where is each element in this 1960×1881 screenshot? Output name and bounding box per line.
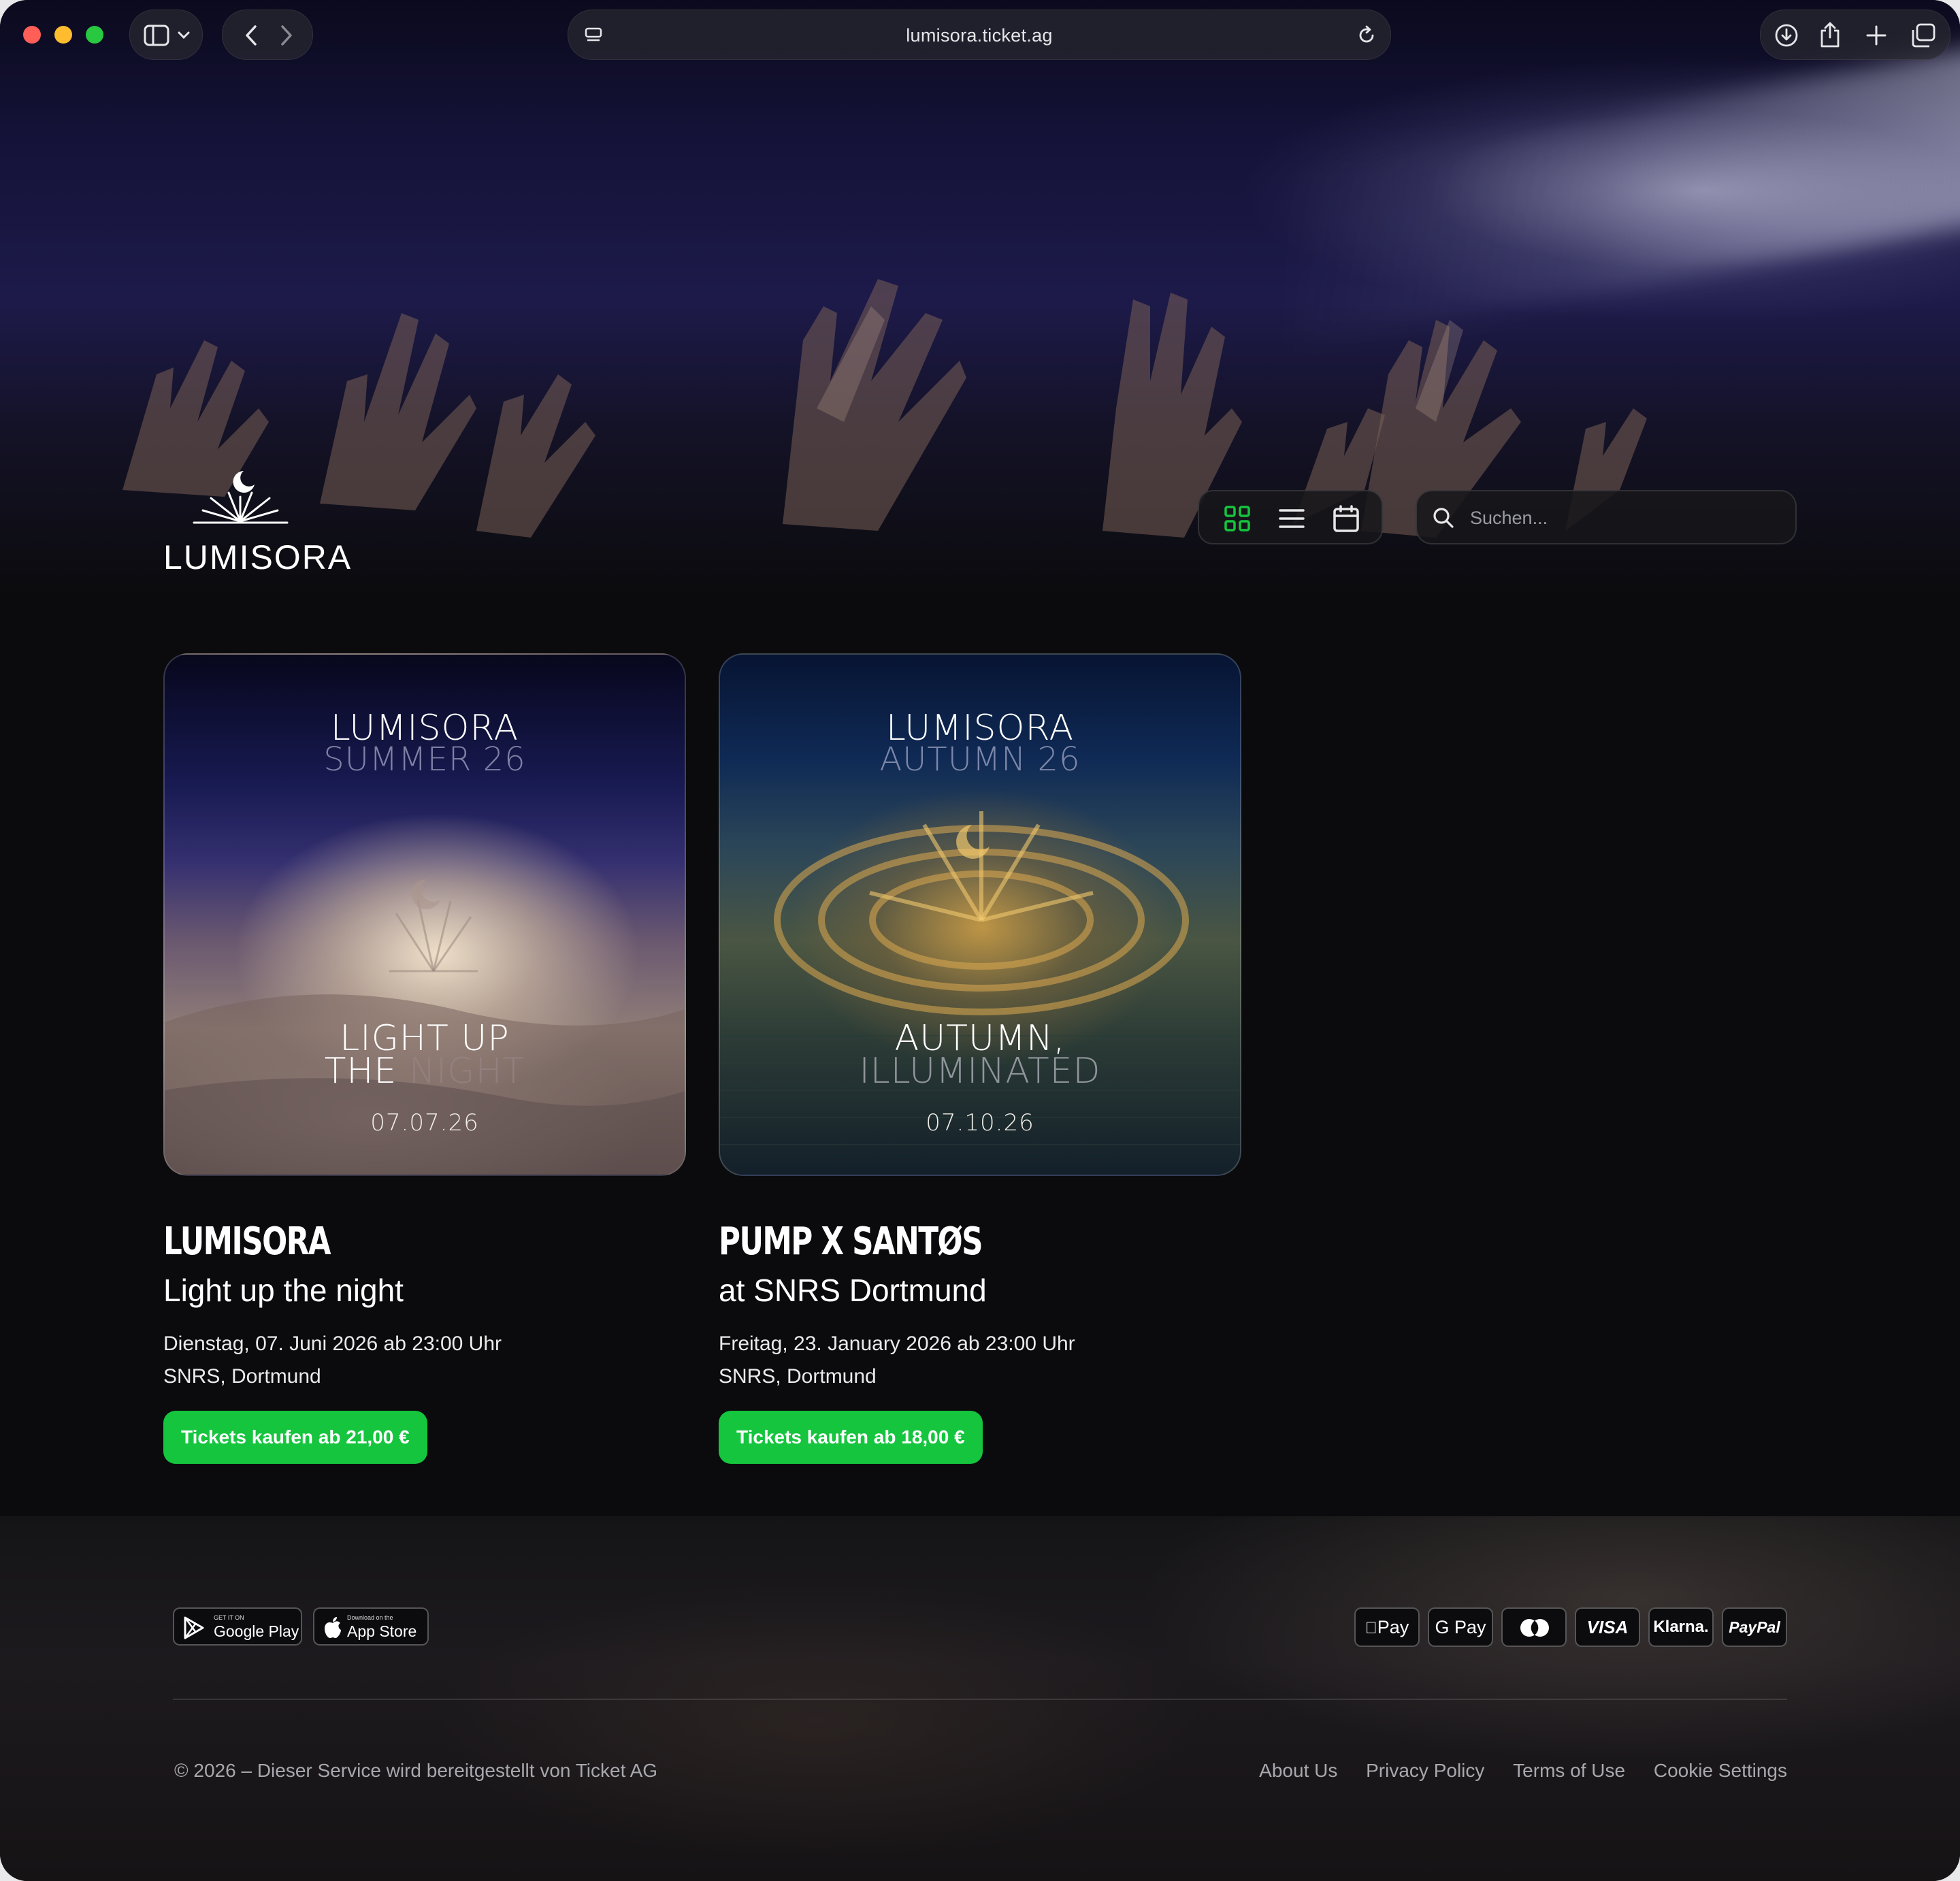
grid-view-icon[interactable] <box>1224 505 1251 532</box>
sidebar-icon <box>144 24 169 46</box>
event-datetime: Freitag, 23. January 2026 ab 23:00 Uhr <box>719 1332 1075 1355</box>
paypal-logo: PayPal <box>1722 1607 1787 1647</box>
google-pay-logo: G Pay <box>1428 1607 1493 1647</box>
apple-icon:  <box>1365 1619 1377 1637</box>
back-icon[interactable] <box>244 24 258 46</box>
app-store-badge[interactable]: Download on the App Store <box>313 1607 429 1646</box>
klarna-logo: Klarna. <box>1648 1607 1714 1647</box>
google-play-icon <box>184 1616 204 1639</box>
close-window-button[interactable] <box>23 26 41 44</box>
site-footer: GET IT ON Google Play Download on the Ap… <box>0 1516 1960 1881</box>
chevron-down-icon <box>178 31 190 39</box>
search-input[interactable] <box>1470 501 1783 535</box>
event-title[interactable]: LUMISORA <box>163 1220 571 1264</box>
google-play-badge[interactable]: GET IT ON Google Play <box>173 1607 302 1646</box>
event-venue: SNRS, Dortmund <box>719 1365 877 1388</box>
terms-of-use-link[interactable]: Terms of Use <box>1513 1760 1625 1781</box>
minimize-window-button[interactable] <box>54 26 72 44</box>
badge-caption: Download on the <box>347 1614 393 1621</box>
poster-headline-2: THE NIGHT <box>165 1051 685 1092</box>
privacy-policy-link[interactable]: Privacy Policy <box>1366 1760 1484 1781</box>
payment-label: Pay <box>1371 1617 1409 1637</box>
event-card: LUMISORA AUTUMN 26 AUTUMN, ILLUMINATED 0… <box>719 653 1241 1464</box>
cookie-settings-link[interactable]: Cookie Settings <box>1654 1760 1787 1781</box>
sidebar-toggle-button[interactable] <box>129 10 203 60</box>
new-tab-icon[interactable] <box>1865 24 1887 46</box>
badge-title: Google Play <box>214 1622 299 1640</box>
search-icon <box>1433 508 1454 528</box>
badge-title: App Store <box>347 1622 417 1640</box>
poster-date: 07.10.26 <box>926 1109 1034 1136</box>
apple-icon <box>325 1617 341 1638</box>
site-logo[interactable]: LUMISORA <box>163 470 350 576</box>
event-card: LUMISORA SUMMER 26 LIGHT UP THE NIGHT 07… <box>163 653 686 1464</box>
browser-actions <box>1760 10 1950 60</box>
event-datetime: Dienstag, 07. Juni 2026 ab 23:00 Uhr <box>163 1332 502 1355</box>
mastercard-icon <box>1520 1619 1549 1637</box>
address-bar[interactable]: lumisora.ticket.ag <box>568 10 1391 60</box>
event-venue: SNRS, Dortmund <box>163 1365 321 1388</box>
about-us-link[interactable]: About Us <box>1259 1760 1337 1781</box>
browser-toolbar: lumisora.ticket.ag <box>0 0 1960 71</box>
forward-icon[interactable] <box>280 24 293 46</box>
apple-pay-logo: Pay <box>1354 1607 1420 1647</box>
event-title[interactable]: PUMP X SANTØS <box>719 1220 1126 1264</box>
sun-moon-logo-icon <box>193 471 289 524</box>
tab-overview-icon[interactable] <box>1910 23 1936 48</box>
zoom-window-button[interactable] <box>86 26 103 44</box>
footer-divider <box>173 1699 1787 1700</box>
poster-date: 07.07.26 <box>370 1109 479 1136</box>
event-subtitle: at SNRS Dortmund <box>719 1273 987 1308</box>
poster-season: SUMMER 26 <box>323 740 526 779</box>
badge-caption: GET IT ON <box>214 1614 244 1621</box>
buy-tickets-button[interactable]: Tickets kaufen ab 21,00 € <box>163 1411 427 1464</box>
copyright-text: © 2026 – Dieser Service wird bereitgeste… <box>174 1760 658 1781</box>
view-mode-toggle <box>1198 490 1383 544</box>
history-navigation <box>222 10 313 60</box>
event-poster[interactable]: LUMISORA SUMMER 26 LIGHT UP THE NIGHT 07… <box>163 653 686 1176</box>
event-search <box>1416 490 1797 544</box>
share-icon[interactable] <box>1819 21 1841 48</box>
event-poster[interactable]: LUMISORA AUTUMN 26 AUTUMN, ILLUMINATED 0… <box>719 653 1241 1176</box>
calendar-view-icon[interactable] <box>1333 505 1360 532</box>
poster-headline-2: ILLUMINATED <box>859 1051 1101 1092</box>
poster-headline-2b: NIGHT <box>408 1051 525 1092</box>
visa-logo: VISA <box>1575 1607 1640 1647</box>
mastercard-logo <box>1501 1607 1567 1647</box>
footer-links: About Us Privacy Policy Terms of Use Coo… <box>1236 1760 1787 1782</box>
event-subtitle: Light up the night <box>163 1273 404 1308</box>
logo-wordmark: LUMISORA <box>163 538 353 576</box>
poster-season: AUTUMN 26 <box>879 740 1081 779</box>
poster-headline-2a: THE <box>324 1051 397 1092</box>
list-view-icon[interactable] <box>1278 505 1305 532</box>
url-text: lumisora.ticket.ag <box>906 25 1053 46</box>
downloads-icon[interactable] <box>1774 23 1799 48</box>
reload-icon[interactable] <box>1356 25 1377 46</box>
browser-window: lumisora.ticket.ag LUMISORA Suchen... LU… <box>0 0 1960 1881</box>
buy-tickets-button[interactable]: Tickets kaufen ab 18,00 € <box>719 1411 983 1464</box>
